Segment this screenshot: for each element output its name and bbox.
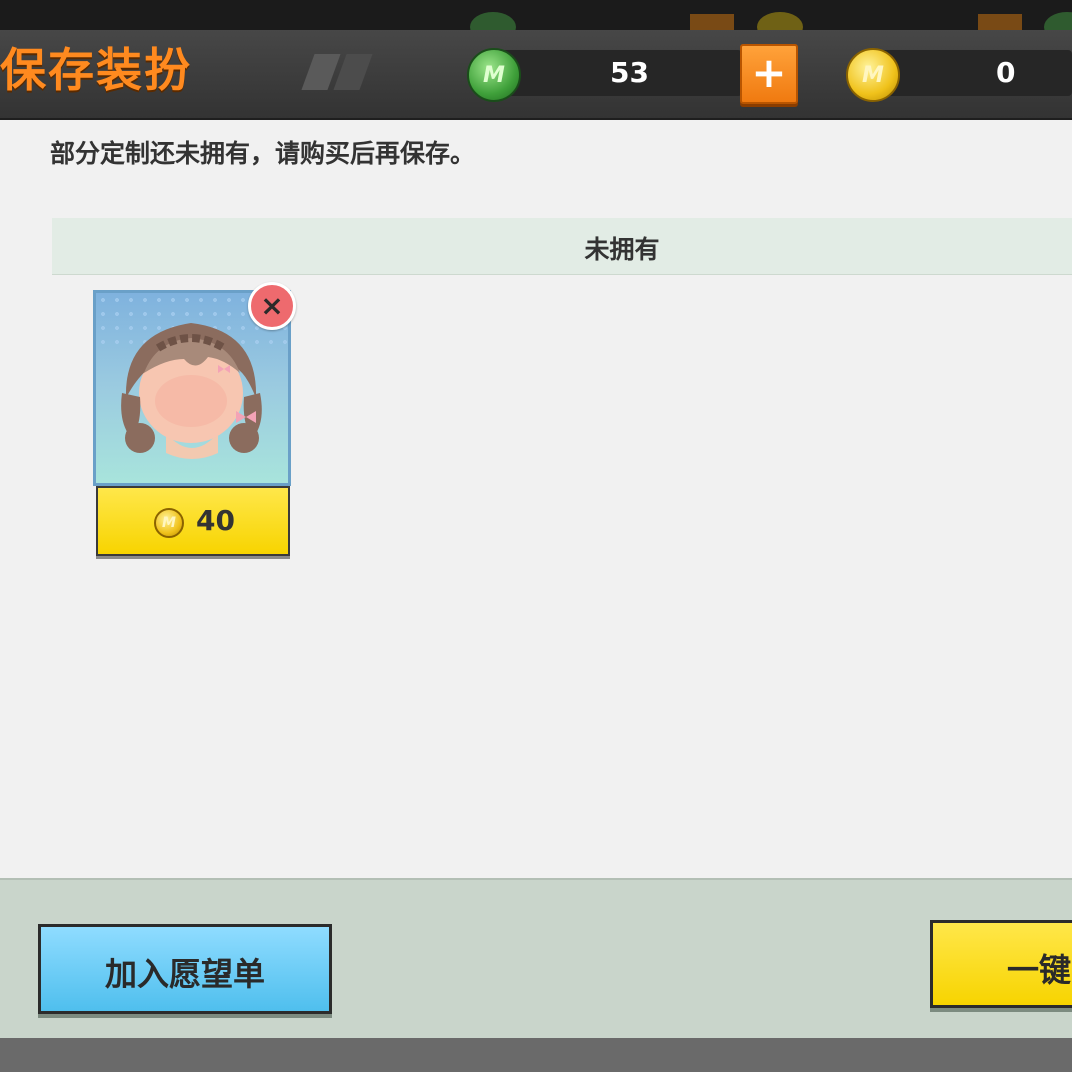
buy-all-label: 一键: [1007, 951, 1072, 989]
gem-icon: M: [467, 48, 521, 102]
header-decoration: [301, 54, 388, 90]
top-strip: [0, 0, 1072, 42]
add-to-wishlist-button[interactable]: 加入愿望单: [38, 924, 332, 1014]
coin-balance: 0: [996, 56, 1016, 89]
info-message: 部分定制还未拥有，请购买后再保存。: [50, 139, 476, 168]
add-to-wishlist-label: 加入愿望单: [104, 955, 265, 993]
page-title: 保存装扮: [0, 43, 192, 97]
coin-icon: M: [154, 508, 184, 538]
remove-item-button[interactable]: ×: [248, 282, 296, 330]
coin-icon: M: [846, 48, 900, 102]
item-price: 40: [196, 504, 235, 537]
content-panel: 部分定制还未拥有，请购买后再保存。 未拥有 × M 40: [0, 120, 1072, 878]
buy-all-button[interactable]: 一键: [930, 920, 1072, 1008]
coin-balance-bar: [870, 50, 1072, 96]
section-header: 未拥有: [52, 218, 1072, 275]
header-bar: 保存装扮 M 53 + M 0: [0, 30, 1072, 121]
buy-item-button[interactable]: M 40: [96, 486, 290, 556]
bottom-strip: [0, 1038, 1072, 1072]
gem-balance: 53: [610, 56, 649, 89]
footer-bar: 加入愿望单 一键: [0, 878, 1072, 1040]
section-title: 未拥有: [584, 235, 660, 264]
add-gems-button[interactable]: +: [740, 44, 798, 104]
